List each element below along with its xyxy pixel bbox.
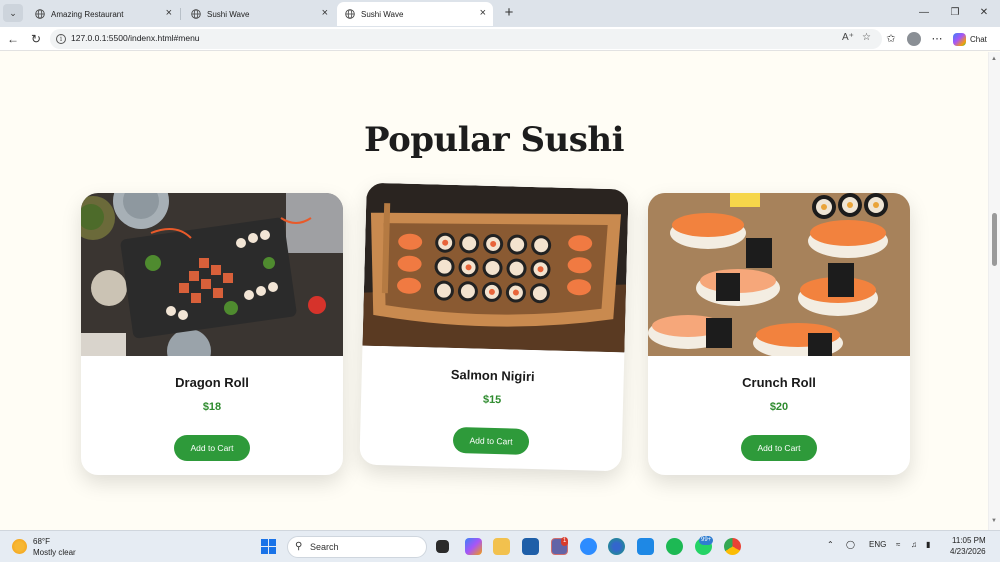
teams-notification-badge: 1 [561, 537, 569, 546]
refresh-icon: ↻ [30, 32, 42, 46]
tab-title: Amazing Restaurant [51, 9, 124, 19]
tab-separator [180, 8, 181, 20]
tab-sushi-wave[interactable]: Sushi Wave × [183, 2, 335, 26]
tab-amazing-restaurant[interactable]: Amazing Restaurant × [27, 2, 179, 26]
vscode-icon[interactable] [637, 538, 654, 555]
read-aloud-icon[interactable]: A⁺ [842, 32, 854, 43]
weather-description[interactable]: Mostly clear [33, 548, 76, 557]
scrollbar-thumb[interactable] [992, 213, 997, 266]
wifi-icon[interactable]: ≈ [896, 540, 900, 549]
page-scrollbar[interactable]: ▲ ▼ [988, 52, 1000, 530]
chat-label: Chat [970, 34, 987, 44]
close-tab-icon[interactable]: × [480, 7, 486, 19]
tab-strip: ⌄ Amazing Restaurant × Sushi Wave × Sush… [0, 0, 1000, 27]
clock-date[interactable]: 4/23/2026 [950, 547, 986, 556]
restore-icon: ❐ [950, 7, 960, 18]
close-icon: ✕ [979, 7, 989, 18]
tab-title: Sushi Wave [361, 9, 404, 19]
minimize-icon: — [919, 7, 929, 18]
close-window-button[interactable]: ✕ [970, 2, 998, 24]
spotify-icon[interactable] [666, 538, 683, 555]
tab-title: Sushi Wave [207, 9, 250, 19]
page-viewport: Popular Sushi Dragon Roll $18 Add to Car… [0, 52, 988, 530]
taskbar-search[interactable]: ⚲ Search [287, 536, 427, 558]
search-icon: ⚲ [295, 541, 303, 552]
refresh-button[interactable]: ↻ [28, 31, 44, 47]
globe-icon [345, 9, 355, 19]
card-name: Dragon Roll [175, 375, 249, 390]
search-label: Search [310, 542, 339, 552]
copilot-chat-button[interactable]: Chat [953, 29, 987, 49]
plus-icon: + [504, 4, 514, 21]
volume-icon[interactable]: ♫ [911, 540, 917, 549]
menu-card-salmon-nigiri: Salmon Nigiri $15 Add to Cart [359, 182, 629, 472]
clock-time[interactable]: 11:05 PM [952, 536, 986, 545]
card-price: $18 [202, 401, 222, 413]
network-off-icon[interactable]: ◯ [846, 540, 855, 549]
favorites-icon[interactable]: ✩ [884, 32, 898, 46]
weather-moon-icon[interactable] [12, 539, 27, 554]
add-to-cart-button[interactable]: Add to Cart [452, 426, 530, 455]
battery-icon[interactable]: ▮ [926, 540, 930, 549]
browser-toolbar: ← ↻ i 127.0.0.1:5500/indenx.html#menu A⁺… [0, 27, 1000, 51]
site-info-icon[interactable]: i [56, 34, 66, 44]
menu-card-crunch-roll: Crunch Roll $20 Add to Cart [648, 193, 910, 475]
card-name: Crunch Roll [742, 375, 816, 390]
add-to-cart-button[interactable]: Add to Cart [741, 435, 817, 461]
arrow-left-icon: ← [7, 32, 19, 46]
windows-start-icon[interactable] [261, 539, 276, 554]
minimize-button[interactable]: — [910, 2, 938, 24]
section-title: Popular Sushi [363, 120, 625, 160]
copilot-app-icon[interactable] [465, 538, 482, 555]
taskbar: 68°F Mostly clear ⚲ Search 1 99+ ⌃ ◯ ENG… [0, 530, 1000, 562]
task-view-icon[interactable] [436, 540, 449, 553]
whatsapp-notification-badge: 99+ [699, 536, 714, 545]
favorite-star-icon[interactable]: ☆ [862, 32, 871, 43]
profile-avatar[interactable] [907, 32, 921, 46]
edge-icon[interactable] [608, 538, 625, 555]
address-bar[interactable]: i 127.0.0.1:5500/indenx.html#menu A⁺ ☆ [50, 29, 882, 49]
maximize-button[interactable]: ❐ [941, 2, 969, 24]
chrome-icon[interactable] [724, 538, 741, 555]
salmon-nigiri-photo [362, 182, 629, 353]
file-explorer-icon[interactable] [493, 538, 510, 555]
card-name: Salmon Nigiri [450, 366, 535, 385]
tab-actions-menu-button[interactable]: ⌄ [3, 4, 23, 22]
scroll-up-icon[interactable]: ▲ [991, 56, 997, 62]
add-to-cart-button[interactable]: Add to Cart [174, 435, 250, 461]
chevron-down-icon: ⌄ [9, 7, 17, 18]
copilot-icon [953, 32, 966, 46]
weather-temperature[interactable]: 68°F [33, 537, 50, 546]
back-button[interactable]: ← [5, 31, 21, 47]
show-hidden-icons[interactable]: ⌃ [827, 540, 834, 549]
close-tab-icon[interactable]: × [166, 7, 172, 19]
scroll-down-icon[interactable]: ▼ [991, 518, 997, 524]
card-price: $15 [482, 393, 502, 407]
url-text[interactable]: 127.0.0.1:5500/indenx.html#menu [71, 33, 200, 43]
tab-sushi-wave-active[interactable]: Sushi Wave × [337, 2, 493, 26]
menu-card-dragon-roll: Dragon Roll $18 Add to Cart [81, 193, 343, 475]
close-tab-icon[interactable]: × [322, 7, 328, 19]
language-indicator[interactable]: ENG [869, 540, 886, 549]
card-price: $20 [769, 401, 789, 413]
new-tab-button[interactable]: + [500, 3, 518, 23]
zoom-icon[interactable] [580, 538, 597, 555]
globe-icon [35, 9, 45, 19]
dragon-roll-photo [81, 193, 343, 356]
store-icon[interactable] [522, 538, 539, 555]
crunch-roll-photo [648, 193, 910, 356]
globe-icon [191, 9, 201, 19]
more-options-icon[interactable]: ⋯ [930, 32, 944, 46]
